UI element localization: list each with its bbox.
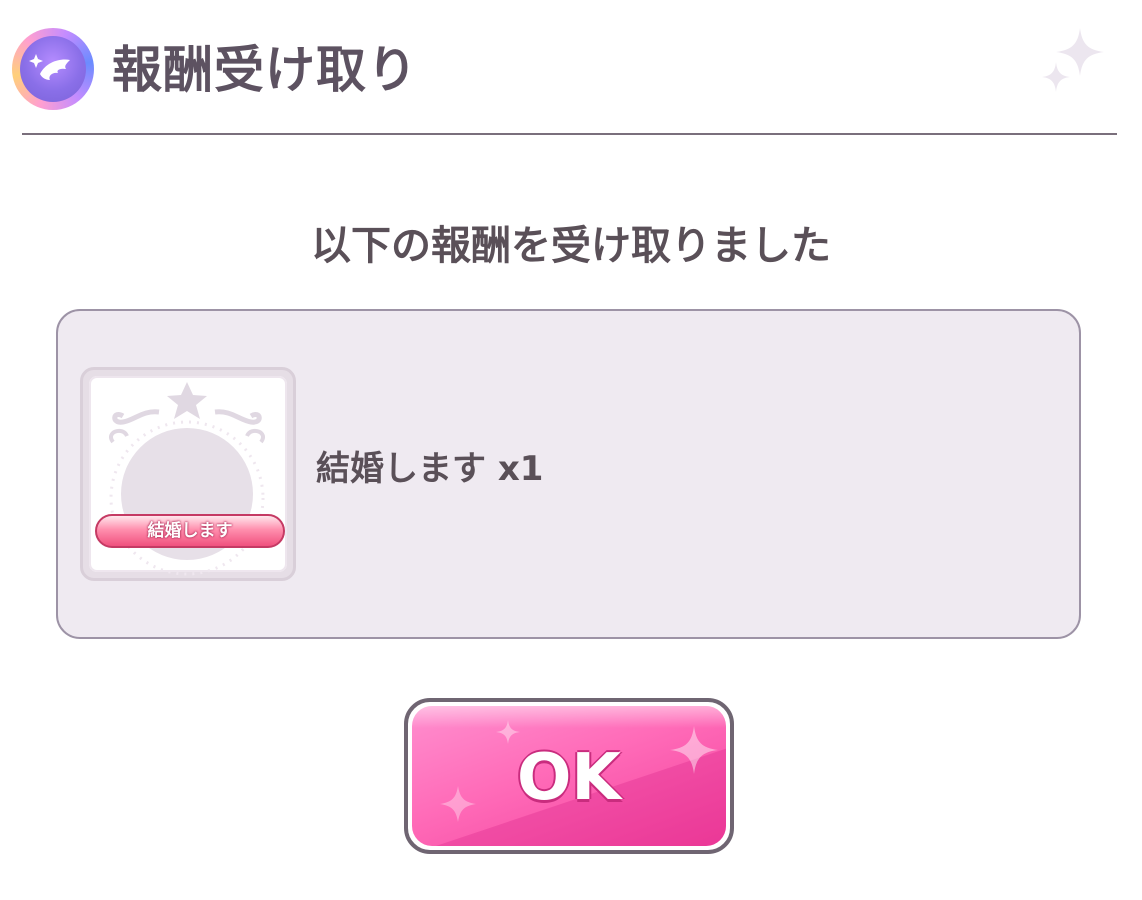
dialog-title: 報酬受け取り [112,41,418,99]
reward-message: 以下の報酬を受け取りました [311,223,831,269]
reward-dialog: 報酬受け取り 以下の報酬を受け取りました 結婚します 結婚します x1 OK [0,0,1142,900]
item-label-ribbon: 結婚します [95,514,285,548]
reward-list-panel: 結婚します 結婚します x1 [56,309,1081,639]
header-divider [22,133,1117,135]
ok-button[interactable]: OK [404,698,734,854]
ok-button-label: OK [517,741,621,815]
dialog-header: 報酬受け取り [0,0,1142,136]
wing-badge-icon [12,28,94,110]
sparkle-icon [1042,28,1104,92]
marriage-item-icon[interactable]: 結婚します [80,367,296,581]
reward-item-name: 結婚します x1 [316,449,544,489]
